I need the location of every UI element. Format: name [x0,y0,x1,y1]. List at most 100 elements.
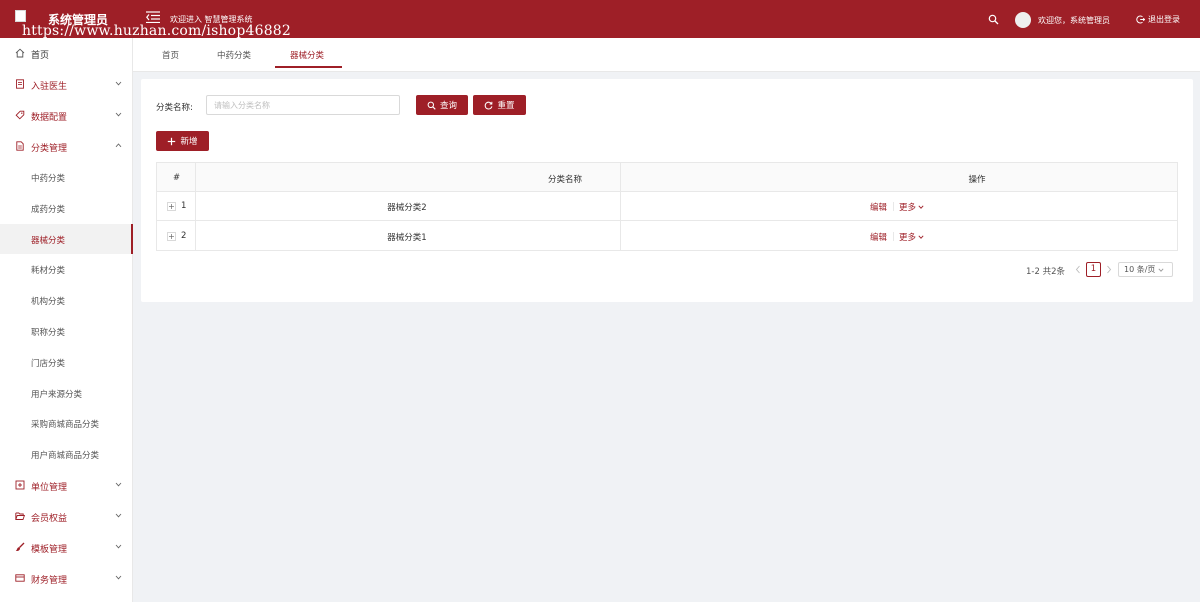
pagination-page-current[interactable]: 1 [1086,262,1101,277]
sidebar-subitem-institution[interactable]: 机构分类 [0,285,133,315]
tab-chinese-medicine[interactable]: 中药分类 [217,49,251,61]
sidebar-subitem-label: 中药分类 [31,174,66,184]
logo-image [15,10,26,22]
chevron-down-icon [115,575,122,580]
user-greeting: 欢迎您，系统管理员 [1038,16,1110,25]
tab-device-category[interactable]: 器械分类 [290,49,324,61]
credit-card-icon [15,574,25,582]
watermark-text: https://www.huzhan.com/ishop46882 [22,23,292,39]
chevron-up-icon [115,143,122,148]
sidebar-item-label: 分类管理 [31,144,68,154]
sidebar-item-label: 会员权益 [31,514,68,524]
category-name-label: 分类名称: [156,103,193,113]
active-tab-indicator [275,66,342,68]
sidebar-subitem-label: 成药分类 [31,205,66,215]
sidebar-subitem-label: 器械分类 [31,236,66,246]
sidebar-subitem-label: 用户商城商品分类 [31,451,100,461]
sidebar-item-doctors[interactable]: 入驻医生 [0,69,133,99]
sidebar-item-category-mgmt[interactable]: 分类管理 [0,131,133,161]
avatar[interactable] [1015,12,1031,28]
chevron-down-icon [115,482,122,487]
sidebar-subitem-store[interactable]: 门店分类 [0,347,133,377]
more-dropdown[interactable]: 更多 [899,201,924,213]
sidebar-item-unit-mgmt[interactable]: 单位管理 [0,470,133,500]
sidebar-subitem-label: 机构分类 [31,297,66,307]
more-dropdown[interactable]: 更多 [899,231,924,243]
sidebar-item-label: 模板管理 [31,545,68,555]
chevron-down-icon [115,544,122,549]
sidebar-subitem-job-title[interactable]: 职称分类 [0,316,133,346]
sidebar-subitem-label: 耗材分类 [31,266,66,276]
logout-label: 退出登录 [1148,14,1180,24]
pagination-prev-icon[interactable] [1075,265,1081,274]
sidebar-subitem-label: 门店分类 [31,359,66,369]
tab-home[interactable]: 首页 [162,49,179,61]
welcome-text: 欢迎进入 智慧管理系统 [170,15,253,24]
add-button[interactable]: 新增 [156,131,209,151]
row-index: 2 [181,231,187,241]
edit-link[interactable]: 编辑 [870,231,887,243]
category-table: # 分类名称 操作 + 1 器械分类2 编辑 更多 + 2 器械分类1 编辑 更… [156,162,1178,251]
sidebar-subitem-label: 用户来源分类 [31,390,83,400]
sidebar-subitem-user-source[interactable]: 用户来源分类 [0,378,133,408]
add-button-label: 新增 [180,137,198,147]
logout-icon [1136,15,1145,23]
tag-icon [15,110,25,120]
action-divider [893,232,894,241]
page-size-value: 10 条/页 [1124,265,1156,274]
sidebar-subitem-consumables[interactable]: 耗材分类 [0,254,133,284]
sidebar-subitem-purchase-goods[interactable]: 采购商城商品分类 [0,408,133,438]
column-header-index: # [173,173,181,183]
table-row: + 1 器械分类2 编辑 更多 [157,192,1177,221]
column-header-actions: 操作 [968,175,986,185]
search-icon [427,101,436,110]
pagination-next-icon[interactable] [1106,265,1112,274]
reset-button[interactable]: 重置 [473,95,526,115]
logout-button[interactable]: 退出登录 [1136,13,1180,25]
sidebar-item-data-config[interactable]: 数据配置 [0,100,133,130]
table-row: + 2 器械分类1 编辑 更多 [157,222,1177,251]
row-category-name: 器械分类1 [387,233,427,243]
chevron-down-icon [115,112,122,117]
chevron-down-icon [918,235,924,239]
action-divider [893,202,894,211]
sidebar-subitem-device[interactable]: 器械分类 [0,224,133,254]
sidebar-item-label: 数据配置 [31,113,68,123]
brush-icon [15,542,25,552]
search-button[interactable]: 查询 [416,95,468,115]
plus-icon [168,137,176,145]
sidebar-subitem-user-goods[interactable]: 用户商城商品分类 [0,439,133,469]
sidebar-item-member-benefits[interactable]: 会员权益 [0,501,133,531]
menu-fold-icon[interactable] [146,11,160,23]
sidebar-item-home[interactable]: 首页 [0,38,133,68]
more-label: 更多 [899,233,917,243]
column-header-name: 分类名称 [547,175,582,185]
folder-open-icon [15,512,25,520]
expand-row-button[interactable]: + [167,232,176,241]
row-index: 1 [181,201,187,211]
sidebar-item-label: 财务管理 [31,576,68,586]
sidebar-item-label: 首页 [31,51,50,61]
more-label: 更多 [899,203,917,213]
sidebar-subitem-label: 职称分类 [31,328,66,338]
category-name-input[interactable] [206,95,400,115]
expand-row-button[interactable]: + [167,202,176,211]
chevron-down-icon [115,81,122,86]
chevron-down-icon [1158,267,1164,272]
document-icon [16,79,24,89]
chevron-down-icon [115,513,122,518]
sidebar-subitem-label: 采购商城商品分类 [31,420,100,430]
edit-link[interactable]: 编辑 [870,201,887,213]
file-icon [16,141,24,151]
page-size-select[interactable]: 10 条/页 [1118,262,1173,277]
search-button-label: 查询 [439,101,457,111]
sidebar-subitem-chinese-medicine[interactable]: 中药分类 [0,162,133,192]
table-header: # 分类名称 操作 [157,163,1177,192]
sidebar-item-template-mgmt[interactable]: 模板管理 [0,532,133,562]
sidebar-item-finance-mgmt[interactable]: 财务管理 [0,563,133,593]
home-icon [15,48,25,58]
reload-icon [485,101,493,109]
search-icon[interactable] [988,14,999,25]
top-header: 系统管理员 https://www.huzhan.com/ishop46882 … [0,0,1200,39]
sidebar-subitem-patent-medicine[interactable]: 成药分类 [0,193,133,223]
